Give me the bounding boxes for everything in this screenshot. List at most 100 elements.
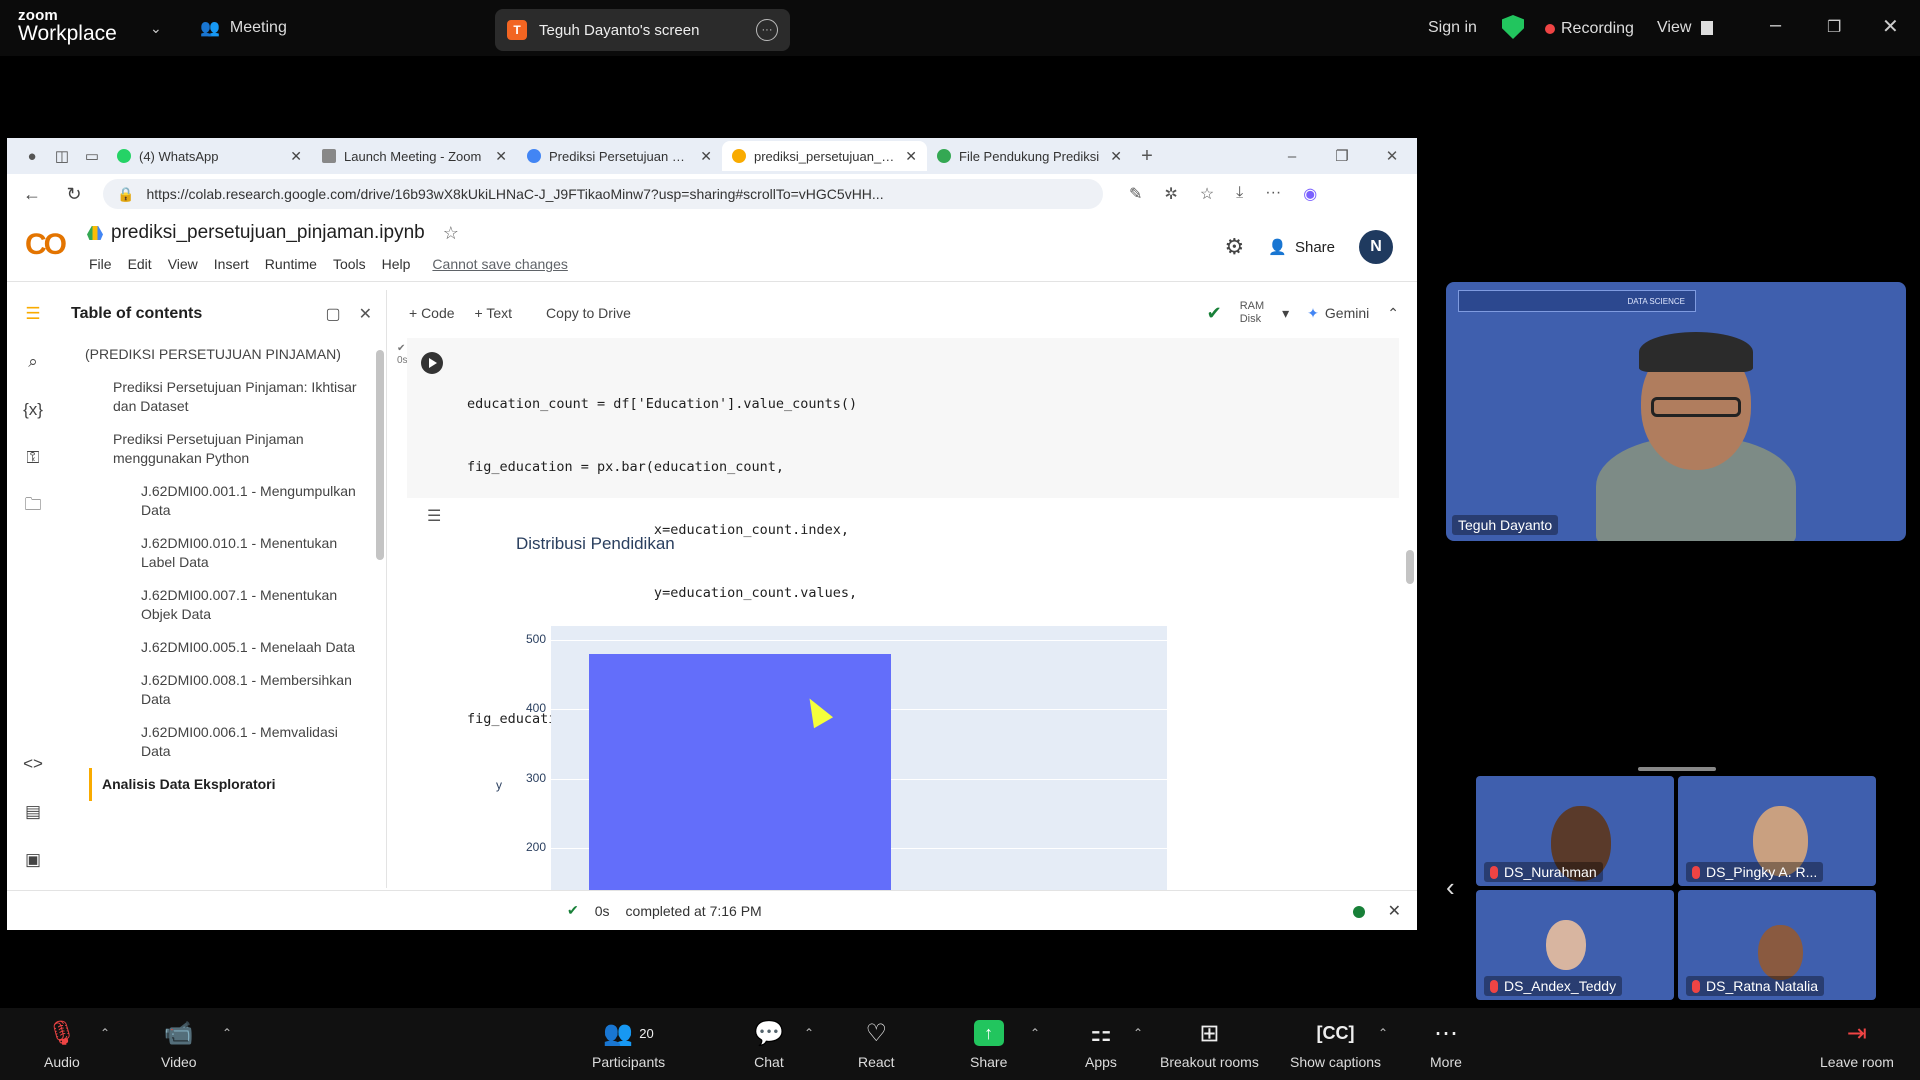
close-icon[interactable]: ✕ [1388, 901, 1401, 921]
toc-item[interactable]: J.62DMI00.010.1 - Menentukan Label Data [59, 527, 386, 579]
browser-tab-prediksi[interactable]: Prediksi Persetujuan Pinjaman ✕ [517, 141, 722, 171]
ram-disk-indicator[interactable]: RAM Disk [1240, 300, 1264, 326]
menu-help[interactable]: Help [382, 256, 411, 272]
audio-button[interactable]: 🎙 Audio [44, 1018, 80, 1071]
extension-icon[interactable]: ✎ [1129, 184, 1142, 204]
add-text-button[interactable]: + Text [475, 305, 513, 321]
sign-in-link[interactable]: Sign in [1428, 19, 1477, 37]
copy-to-drive-button[interactable]: Copy to Drive [546, 305, 631, 321]
output-actions-icon[interactable]: ☰ [427, 506, 441, 526]
chevron-up-icon[interactable]: ⌃ [1133, 1026, 1143, 1040]
more-options-icon[interactable]: ··· [756, 19, 778, 41]
participant-tile[interactable]: DS_Andex_Teddy [1476, 890, 1674, 1000]
avatar[interactable]: N [1359, 230, 1393, 264]
more-button[interactable]: ⋯ More [1430, 1018, 1462, 1071]
toc-item[interactable]: J.62DMI00.008.1 - Membersihkan Data [59, 664, 386, 716]
close-tab-icon[interactable]: ✕ [905, 148, 917, 165]
more-icon[interactable]: ··· [1265, 184, 1281, 204]
terminal-icon[interactable]: ▣ [25, 836, 41, 884]
share-screen-button[interactable]: ↑ Share [970, 1018, 1007, 1070]
browser-tab-launch-meeting[interactable]: Launch Meeting - Zoom ✕ [312, 141, 517, 171]
view-button[interactable]: View [1657, 19, 1714, 37]
browser-tab-whatsapp[interactable]: (4) WhatsApp ✕ [107, 141, 312, 171]
participant-tile[interactable]: DS_Pingky A. R... [1678, 776, 1876, 886]
code-snippets-icon[interactable]: <> [23, 740, 43, 788]
toc-item[interactable]: Prediksi Persetujuan Pinjaman: Ikhtisar … [59, 371, 386, 423]
close-icon[interactable]: ✕ [359, 304, 372, 324]
copilot-icon[interactable]: ◉ [1303, 184, 1317, 204]
minimize-icon[interactable]: – [1277, 148, 1307, 165]
toc-list-icon[interactable]: ☰ [25, 290, 40, 338]
chevron-up-icon[interactable]: ⌃ [1387, 305, 1399, 322]
chevron-up-icon[interactable]: ⌃ [1030, 1026, 1040, 1040]
screen-share-indicator[interactable]: T Teguh Dayanto's screen ··· [495, 9, 790, 51]
back-icon[interactable]: ← [19, 184, 45, 205]
menu-insert[interactable]: Insert [214, 256, 249, 272]
toc-item[interactable]: Analisis Data Eksploratori [89, 768, 386, 801]
code-cell[interactable]: education_count = df['Education'].value_… [407, 338, 1399, 727]
key-icon[interactable]: ⚿ [27, 434, 40, 482]
close-tab-icon[interactable]: ✕ [495, 148, 507, 165]
colab-logo[interactable]: CO [25, 228, 67, 262]
bar[interactable] [589, 653, 891, 890]
gallery-resize-handle[interactable] [1638, 767, 1716, 771]
command-palette-icon[interactable]: ▤ [25, 788, 41, 836]
restore-icon[interactable]: ❐ [1827, 17, 1841, 37]
leave-room-button[interactable]: ⇥ Leave room [1820, 1018, 1894, 1071]
restore-icon[interactable]: ❐ [1327, 147, 1357, 165]
favorites-icon[interactable]: ☆ [1200, 184, 1214, 204]
profile-icon[interactable]: ● [17, 148, 47, 165]
toc-item[interactable]: (PREDIKSI PERSETUJUAN PINJAMAN) [59, 338, 386, 371]
chevron-up-icon[interactable]: ⌃ [222, 1026, 232, 1040]
meeting-menu[interactable]: 👥 Meeting [200, 18, 287, 38]
menu-view[interactable]: View [168, 256, 198, 272]
gemini-button[interactable]: ✦ Gemini [1307, 305, 1369, 322]
react-button[interactable]: ♡ React [858, 1018, 895, 1071]
menu-tools[interactable]: Tools [333, 256, 366, 272]
new-tab-icon[interactable]: + [1132, 145, 1162, 168]
recording-indicator[interactable]: Recording [1545, 20, 1634, 38]
workspaces-icon[interactable]: ◫ [47, 147, 77, 165]
show-captions-button[interactable]: [CC] Show captions [1290, 1018, 1381, 1071]
browser-tab-colab[interactable]: prediksi_persetujuan_pinjaman ✕ [722, 141, 927, 171]
minimize-icon[interactable]: – [1770, 14, 1781, 37]
participant-tile[interactable]: DS_Nurahman [1476, 776, 1674, 886]
toc-item[interactable]: J.62DMI00.005.1 - Menelaah Data [59, 631, 386, 664]
puzzle-icon[interactable]: ✲ [1164, 184, 1177, 204]
toc-item[interactable]: Prediksi Persetujuan Pinjaman menggunaka… [59, 423, 386, 475]
close-tab-icon[interactable]: ✕ [1110, 148, 1122, 165]
gear-icon[interactable]: ⚙ [1225, 234, 1245, 260]
variables-icon[interactable]: {x} [23, 386, 43, 434]
search-icon[interactable]: ⌕ [28, 338, 38, 386]
menu-runtime[interactable]: Runtime [265, 256, 317, 272]
chevron-up-icon[interactable]: ⌃ [100, 1026, 110, 1040]
browser-tab-drive[interactable]: File Pendukung Prediksi ✕ [927, 141, 1132, 171]
cannot-save-link[interactable]: Cannot save changes [432, 256, 567, 272]
chevron-up-icon[interactable]: ⌃ [1378, 1026, 1388, 1040]
zoom-logo[interactable]: zoom Workplace [18, 8, 117, 44]
open-in-tab-icon[interactable]: ▢ [325, 304, 340, 324]
folder-icon[interactable]: 🗀 [25, 482, 42, 530]
run-cell-button[interactable] [421, 352, 443, 374]
chevron-up-icon[interactable]: ⌃ [804, 1026, 814, 1040]
share-button[interactable]: 👤 Share [1268, 238, 1335, 257]
participants-button[interactable]: 👥 20 Participants [592, 1018, 665, 1071]
apps-button[interactable]: ⚏ Apps [1085, 1018, 1117, 1071]
output-scrollbar[interactable] [1406, 550, 1414, 584]
breakout-rooms-button[interactable]: ⊞ Breakout rooms [1160, 1018, 1259, 1071]
menu-file[interactable]: File [89, 256, 112, 272]
toc-item[interactable]: J.62DMI00.006.1 - Memvalidasi Data [59, 716, 386, 768]
toc-item[interactable]: J.62DMI00.001.1 - Mengumpulkan Data [59, 475, 386, 527]
tab-actions-icon[interactable]: ▭ [77, 147, 107, 165]
video-button[interactable]: 📹 Video [161, 1018, 197, 1071]
toc-item[interactable]: J.62DMI00.007.1 - Menentukan Objek Data [59, 579, 386, 631]
close-icon[interactable]: ✕ [1377, 147, 1407, 165]
chevron-left-icon[interactable]: ‹ [1446, 872, 1455, 903]
close-icon[interactable]: ✕ [1882, 14, 1899, 39]
speaker-video-tile[interactable]: DATA SCIENCE Teguh Dayanto [1446, 282, 1906, 541]
participant-tile[interactable]: DS_Ratna Natalia [1678, 890, 1876, 1000]
notebook-title[interactable]: prediksi_persetujuan_pinjaman.ipynb ☆ [87, 222, 459, 244]
chevron-down-icon[interactable]: ▾ [1282, 305, 1289, 322]
url-bar[interactable]: 🔒 https://colab.research.google.com/driv… [103, 179, 1103, 209]
refresh-icon[interactable]: ↻ [61, 184, 87, 205]
